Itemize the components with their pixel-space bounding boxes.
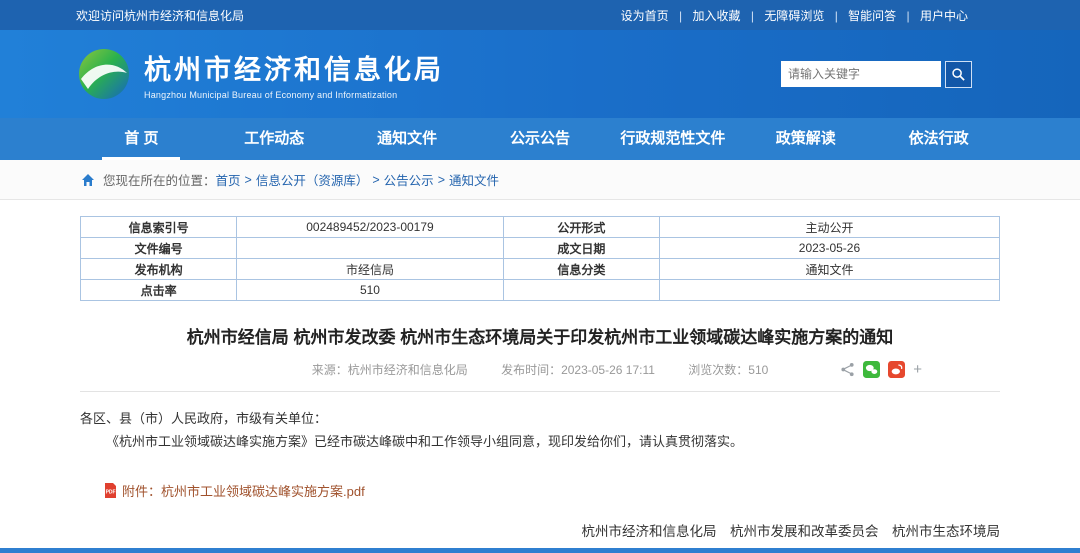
meta-value: 通知文件: [659, 259, 999, 280]
meta-label: 信息分类: [503, 259, 659, 280]
meta-value: 002489452/2023-00179: [237, 217, 504, 238]
breadcrumb-link-announcements[interactable]: 公告公示: [384, 170, 434, 189]
nav-policy-interpretation[interactable]: 政策解读: [739, 118, 872, 160]
nav-notice-files[interactable]: 通知文件: [341, 118, 474, 160]
search-input[interactable]: [781, 61, 941, 87]
topbar-link-user-center[interactable]: 用户中心: [920, 9, 968, 23]
meta-label: 信息索引号: [81, 217, 237, 238]
topbar-links: 设为首页 | 加入收藏 | 无障碍浏览 | 智能问答 | 用户中心: [621, 7, 968, 24]
topbar-separator: |: [751, 9, 754, 23]
breadcrumb-separator: >: [372, 173, 379, 187]
article-body: 《杭州市工业领域碳达峰实施方案》已经市碳达峰碳中和工作领导小组同意，现印发给你们…: [80, 430, 1000, 453]
share-icon[interactable]: [840, 362, 855, 377]
table-row: 信息索引号 002489452/2023-00179 公开形式 主动公开: [81, 217, 1000, 238]
share-more-button[interactable]: +: [913, 361, 922, 378]
main-content: 信息索引号 002489452/2023-00179 公开形式 主动公开 文件编…: [0, 200, 1080, 553]
svg-text:PDF: PDF: [106, 489, 116, 495]
site-logo-icon: [78, 48, 130, 100]
search-icon: [951, 67, 966, 82]
meta-label: 发布机构: [81, 259, 237, 280]
nav-law-administration[interactable]: 依法行政: [872, 118, 1005, 160]
topbar-link-smart-qa[interactable]: 智能问答: [848, 9, 896, 23]
article-source: 来源：杭州市经济和信息化局: [312, 363, 468, 377]
nav-home[interactable]: 首 页: [75, 118, 208, 160]
search-button[interactable]: [945, 61, 972, 88]
search-box: [781, 61, 972, 88]
site-header: 杭州市经济和信息化局 Hangzhou Municipal Bureau of …: [0, 30, 1080, 118]
table-row: 点击率 510: [81, 280, 1000, 301]
meta-value: 主动公开: [659, 217, 999, 238]
divider: [80, 391, 1000, 392]
topbar-welcome: 欢迎访问杭州市经济和信息化局: [76, 7, 244, 24]
nav-regulatory-files[interactable]: 行政规范性文件: [606, 118, 739, 160]
document-meta-table: 信息索引号 002489452/2023-00179 公开形式 主动公开 文件编…: [80, 216, 1000, 301]
breadcrumb-link-notice-files[interactable]: 通知文件: [449, 170, 499, 189]
topbar-link-favorite[interactable]: 加入收藏: [693, 9, 741, 23]
nav-work-news[interactable]: 工作动态: [208, 118, 341, 160]
meta-value: 2023-05-26: [659, 238, 999, 259]
page: 欢迎访问杭州市经济和信息化局 设为首页 | 加入收藏 | 无障碍浏览 | 智能问…: [0, 0, 1080, 553]
meta-label: 公开形式: [503, 217, 659, 238]
meta-label: 文件编号: [81, 238, 237, 259]
breadcrumb-link-info-disclosure[interactable]: 信息公开（资源库）: [256, 170, 369, 189]
article-meta-row: 来源：杭州市经济和信息化局 发布时间：2023-05-26 17:11 浏览次数…: [80, 361, 1000, 381]
article-view-count: 浏览次数：510: [688, 363, 768, 377]
document-signature: 杭州市经济和信息化局 杭州市发展和改革委员会 杭州市生态环境局: [80, 520, 1000, 540]
main-nav: 首 页 工作动态 通知文件 公示公告 行政规范性文件 政策解读 依法行政: [0, 118, 1080, 160]
topbar-link-set-home[interactable]: 设为首页: [621, 9, 669, 23]
article-salutation: 各区、县（市）人民政府，市级有关单位：: [80, 407, 1000, 430]
meta-label: [503, 280, 659, 301]
topbar: 欢迎访问杭州市经济和信息化局 设为首页 | 加入收藏 | 无障碍浏览 | 智能问…: [0, 0, 1080, 30]
topbar-separator: |: [679, 9, 682, 23]
breadcrumb-separator: >: [438, 173, 445, 187]
share-buttons: +: [840, 361, 922, 378]
site-name: 杭州市经济和信息化局: [144, 48, 444, 87]
meta-label: 成文日期: [503, 238, 659, 259]
attachment-link[interactable]: 附件：杭州市工业领域碳达峰实施方案.pdf: [122, 481, 365, 500]
table-row: 发布机构 市经信局 信息分类 通知文件: [81, 259, 1000, 280]
breadcrumb-prefix: 您现在所在的位置：: [103, 170, 216, 189]
meta-value: 510: [237, 280, 504, 301]
wechat-share-icon[interactable]: [863, 361, 880, 378]
breadcrumb: 您现在所在的位置： 首页 > 信息公开（资源库） > 公告公示 > 通知文件: [0, 160, 1080, 200]
meta-label: 点击率: [81, 280, 237, 301]
breadcrumb-link-home[interactable]: 首页: [216, 170, 241, 189]
weibo-share-icon[interactable]: [888, 361, 905, 378]
nav-public-announcements[interactable]: 公示公告: [474, 118, 607, 160]
topbar-link-accessibility[interactable]: 无障碍浏览: [764, 9, 824, 23]
topbar-separator: |: [835, 9, 838, 23]
site-name-english: Hangzhou Municipal Bureau of Economy and…: [144, 90, 444, 100]
meta-value: [237, 238, 504, 259]
attachment-row: PDF 附件：杭州市工业领域碳达峰实施方案.pdf: [104, 481, 1000, 500]
footer-strip: [0, 548, 1080, 553]
meta-value: 市经信局: [237, 259, 504, 280]
breadcrumb-separator: >: [245, 173, 252, 187]
home-icon[interactable]: [80, 172, 96, 188]
table-row: 文件编号 成文日期 2023-05-26: [81, 238, 1000, 259]
meta-value: [659, 280, 999, 301]
pdf-file-icon: PDF: [104, 483, 117, 498]
site-title-block: 杭州市经济和信息化局 Hangzhou Municipal Bureau of …: [144, 48, 444, 100]
page-title: 杭州市经信局 杭州市发改委 杭州市生态环境局关于印发杭州市工业领域碳达峰实施方案…: [80, 323, 1000, 348]
article-publish-time: 发布时间：2023-05-26 17:11: [501, 363, 655, 377]
topbar-separator: |: [907, 9, 910, 23]
